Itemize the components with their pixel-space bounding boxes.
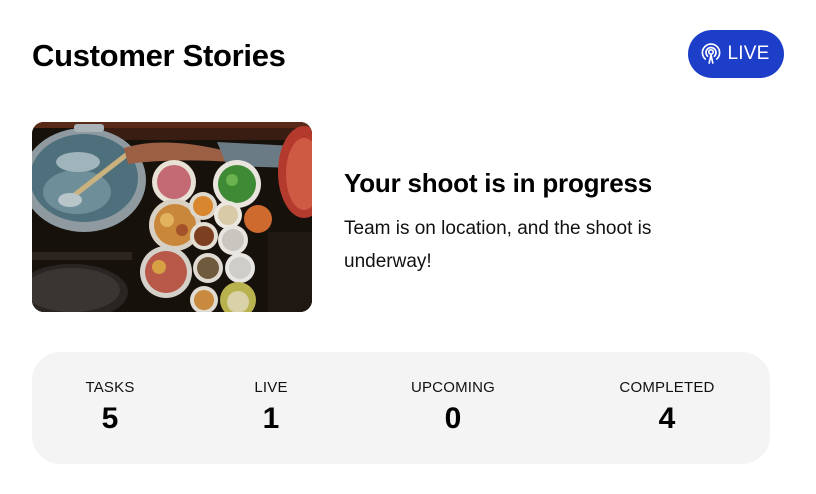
broadcast-icon — [699, 42, 723, 66]
stat-live[interactable]: LIVE 1 — [254, 378, 287, 438]
story-image — [32, 122, 312, 312]
stat-value: 5 — [101, 402, 119, 435]
stat-label: COMPLETED — [619, 379, 715, 396]
stat-label: UPCOMING — [410, 379, 496, 396]
stat-label: TASKS — [85, 379, 135, 396]
live-button[interactable]: LIVE — [688, 30, 784, 78]
stat-value: 1 — [262, 402, 280, 435]
page-title: Customer Stories — [32, 38, 286, 73]
stats-panel: TASKS 5 LIVE 1 UPCOMING 0 COMPLETED 4 — [32, 352, 770, 464]
stat-value: 0 — [444, 402, 462, 435]
story-heading: Your shoot is in progress — [344, 168, 653, 198]
stat-upcoming[interactable]: UPCOMING 0 — [411, 378, 495, 438]
stat-label: LIVE — [254, 379, 288, 396]
stat-tasks[interactable]: TASKS 5 — [85, 378, 134, 438]
story-description: Team is on location, and the shoot is un… — [344, 218, 652, 272]
stat-value: 4 — [658, 402, 676, 435]
live-badge-label: LIVE — [727, 43, 770, 64]
stat-completed[interactable]: COMPLETED 4 — [619, 378, 714, 438]
